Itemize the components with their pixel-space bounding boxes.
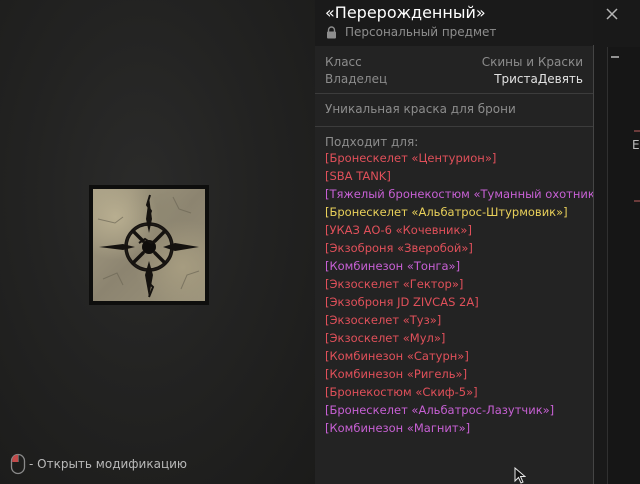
background-mark — [634, 200, 640, 202]
compatible-item[interactable]: [Бронескелет «Альбатрос-Штурмовик»] — [325, 204, 606, 222]
compatible-item[interactable]: [Комбинезон «Тонга»] — [325, 258, 606, 276]
compatible-title: Подходит для: — [325, 135, 419, 149]
item-description: Уникальная краска для брони — [325, 102, 516, 116]
meta-value-class: Скины и Краски — [481, 55, 583, 69]
compass-crack-paint-icon — [93, 189, 205, 301]
meta-key-owner: Владелец — [325, 72, 388, 86]
compatible-item[interactable]: [Экзоброня JD ZIVCAS 2A] — [325, 294, 606, 312]
compatible-item[interactable]: [Бронескелет «Альбатрос-Лазутчик»] — [325, 402, 606, 420]
item-info-panel: «Перерожденный» Персональный предмет Кла… — [315, 0, 606, 484]
compatible-item[interactable]: [УКАЗ АО-6 «Кочевник»] — [325, 222, 606, 240]
meta-key-class: Класс — [325, 55, 362, 69]
panel-header: «Перерожденный» Персональный предмет — [315, 0, 593, 46]
cursor-icon — [514, 467, 526, 484]
compatible-item[interactable]: [Бронекостюм «Скиф-5»] — [325, 384, 606, 402]
compatible-item[interactable]: [Комбинезон «Магнит»] — [325, 420, 606, 438]
compatible-item[interactable]: [SBA TANK] — [325, 168, 606, 186]
screen: - Открыть модификацию «Перерожденный» Пе… — [0, 0, 640, 484]
item-frame[interactable] — [89, 185, 209, 305]
divider — [593, 45, 594, 484]
divider — [315, 93, 593, 94]
compatible-item[interactable]: [Тяжелый бронекостюм «Туманный охотник»] — [325, 186, 606, 204]
compatible-item[interactable]: [Экзоброня «Зверобой»] — [325, 240, 606, 258]
background-mark — [634, 130, 640, 132]
close-icon[interactable] — [605, 7, 619, 21]
item-meta: Класс Скины и Краски Владелец ТристаДевя… — [315, 55, 593, 89]
lock-icon — [327, 25, 336, 38]
divider — [315, 126, 593, 127]
hint-text: - Открыть модификацию — [29, 457, 188, 471]
personal-item-row: Персональный предмет — [326, 25, 496, 39]
meta-row-owner: Владелец ТристаДевять — [315, 72, 593, 89]
item-preview-area: - Открыть модификацию — [0, 0, 315, 484]
open-modification-hint: - Открыть модификацию — [10, 453, 187, 475]
compatible-list: [Бронескелет «Центурион»] [SBA TANK] [Тяже… — [325, 150, 606, 438]
background-panel — [607, 47, 640, 484]
item-title: «Перерожденный» — [325, 3, 486, 22]
meta-row-class: Класс Скины и Краски — [315, 55, 593, 72]
compatible-item[interactable]: [Комбинезон «Сатурн»] — [325, 348, 606, 366]
personal-item-label: Персональный предмет — [345, 25, 497, 39]
meta-value-owner: ТристаДевять — [494, 72, 583, 86]
compatible-item[interactable]: [Бронескелет «Центурион»] — [325, 150, 606, 168]
compatible-item[interactable]: [Экзоскелет «Мул»] — [325, 330, 606, 348]
mouse-icon — [10, 453, 26, 475]
compatible-item[interactable]: [Комбинезон «Ригель»] — [325, 366, 606, 384]
background-text-fragment: Ex — [632, 138, 640, 152]
compatible-item[interactable]: [Экзоскелет «Гектор»] — [325, 276, 606, 294]
minus-icon[interactable] — [610, 52, 620, 62]
compatible-item[interactable]: [Экзоскелет «Туз»] — [325, 312, 606, 330]
